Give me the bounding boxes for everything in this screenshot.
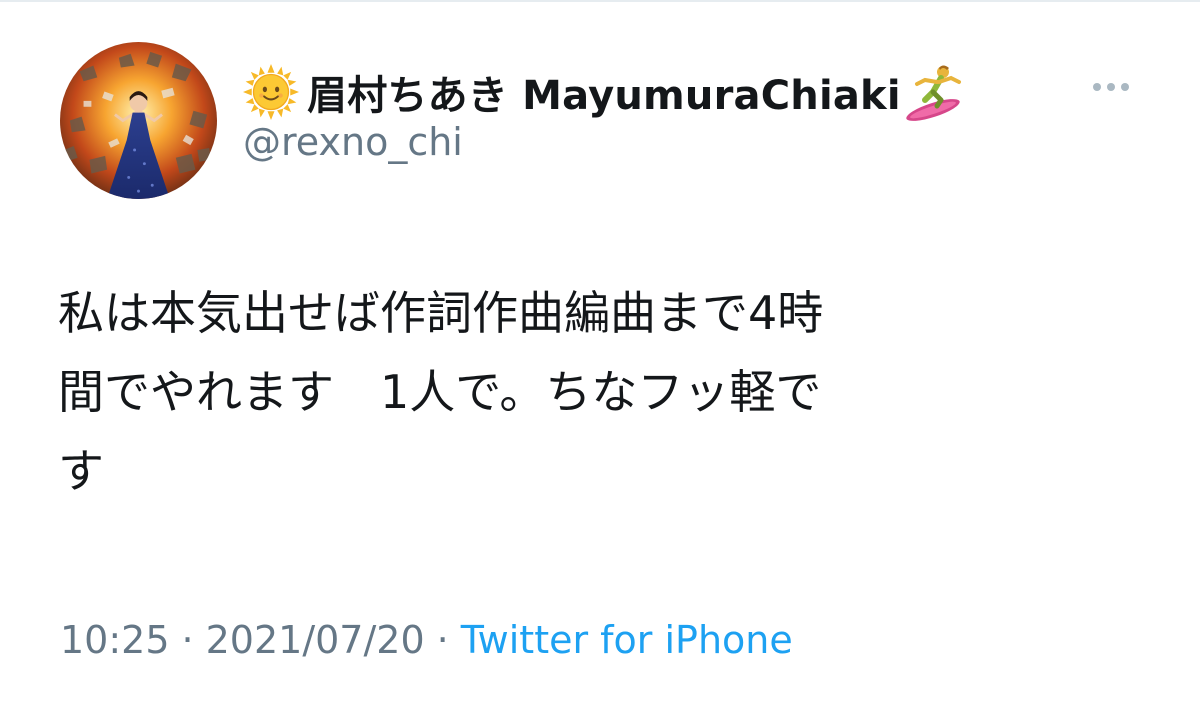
tweet-text-line: 私は本気出せば作詞作曲編曲まで4時 <box>58 286 824 340</box>
tweet-text-line: す <box>58 444 104 498</box>
more-horizontal-icon <box>1093 83 1129 91</box>
meta-separator: · <box>181 618 194 662</box>
sun-with-face-icon <box>243 64 299 120</box>
tweet-time[interactable]: 10:25 <box>60 618 170 662</box>
surfer-icon <box>906 65 961 121</box>
tweet-source-link[interactable]: Twitter for iPhone <box>461 618 793 662</box>
tweet-text: 私は本気出せば作詞作曲編曲まで4時 間でやれます 1人で。ちなフッ軽です <box>58 274 1118 511</box>
avatar[interactable] <box>60 42 217 199</box>
tweet-metadata: 10:25 · 2021/07/20 · Twitter for iPhone <box>60 614 793 666</box>
author-name-row[interactable]: 眉村ちあき MayumuraChiaki <box>243 58 967 126</box>
tweet-date[interactable]: 2021/07/20 <box>206 618 425 662</box>
more-options-button[interactable] <box>1086 72 1136 102</box>
meta-separator: · <box>436 618 449 662</box>
author-handle[interactable]: @rexno_chi <box>243 120 463 164</box>
author-display-name: 眉村ちあき MayumuraChiaki <box>307 73 901 119</box>
tweet-card: 眉村ちあき MayumuraChiaki @rexno_chi 私は本気出せば作… <box>0 0 1200 701</box>
tweet-text-line: 間でやれます 1人で。ちなフッ軽で <box>58 365 822 419</box>
